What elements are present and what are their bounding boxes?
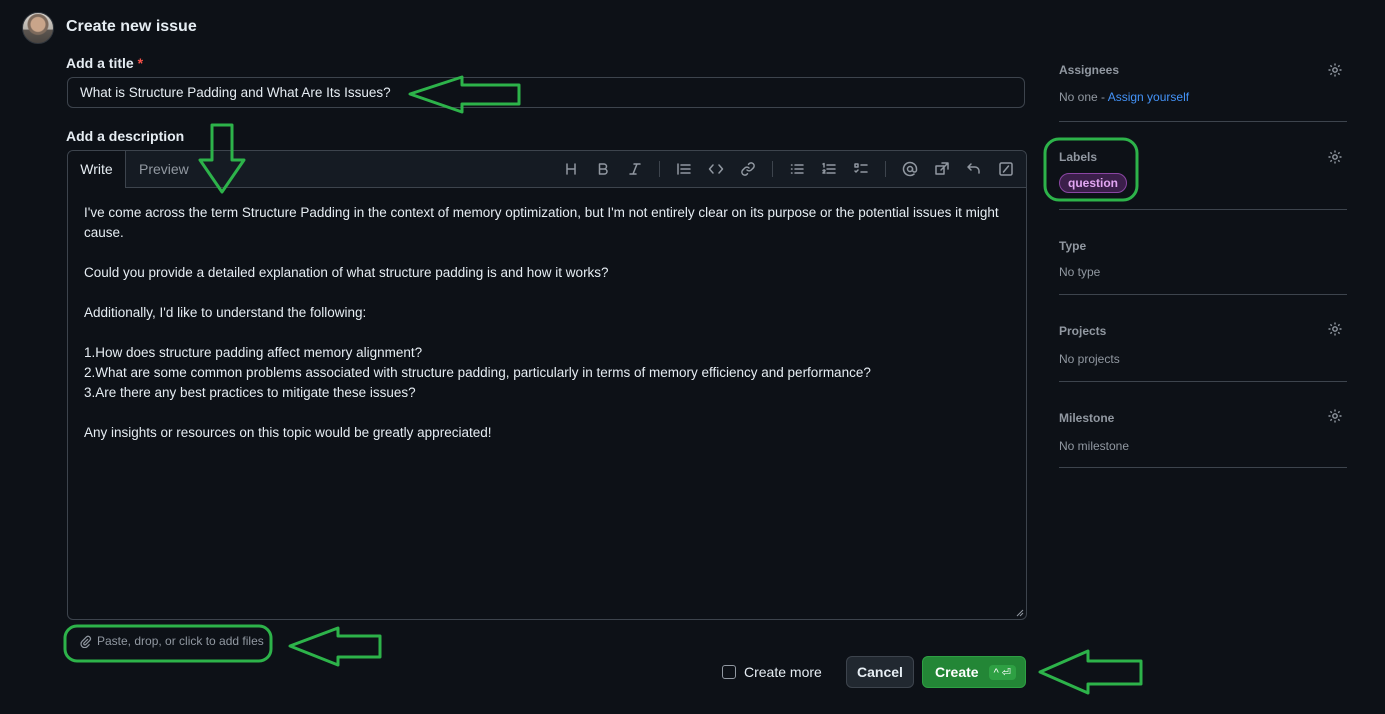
- cancel-button[interactable]: Cancel: [846, 656, 914, 688]
- issue-sidebar: Assignees No one - Assign yourself Label…: [1059, 58, 1347, 468]
- description-list-item: 3.Are there any best practices to mitiga…: [84, 385, 416, 400]
- description-paragraph: I've come across the term Structure Padd…: [84, 205, 999, 240]
- assignees-value: No one - Assign yourself: [1059, 90, 1347, 104]
- description-list-item: 1.How does structure padding affect memo…: [84, 345, 423, 360]
- create-more[interactable]: Create more: [722, 664, 822, 680]
- description-paragraph: Could you provide a detailed explanation…: [84, 265, 609, 280]
- create-more-checkbox[interactable]: [722, 665, 736, 679]
- avatar[interactable]: [22, 12, 54, 44]
- toolbar-divider: [885, 161, 886, 177]
- keyboard-shortcut-hint: ^ ⏎: [988, 664, 1017, 680]
- sidebar-labels: Labels question: [1059, 122, 1347, 210]
- tab-preview[interactable]: Preview: [139, 151, 189, 188]
- italic-icon[interactable]: [625, 159, 645, 179]
- milestone-title: Milestone: [1059, 411, 1115, 425]
- quote-icon[interactable]: [674, 159, 694, 179]
- reference-icon[interactable]: [932, 159, 952, 179]
- description-list-item: 2.What are some common problems associat…: [84, 365, 871, 380]
- gear-icon[interactable]: [1327, 408, 1343, 424]
- description-label: Add a description: [66, 128, 185, 144]
- toolbar-divider: [659, 161, 660, 177]
- arrow-left-icon: [288, 626, 382, 667]
- title-label-text: Add a title: [66, 55, 134, 71]
- paperclip-icon: [80, 635, 92, 648]
- assignees-none-text: No one -: [1059, 90, 1108, 104]
- arrow-left-icon: [1038, 649, 1143, 695]
- gear-icon[interactable]: [1327, 149, 1343, 165]
- gear-icon[interactable]: [1327, 62, 1343, 78]
- create-more-label: Create more: [744, 664, 822, 680]
- sidebar-projects: Projects No projects: [1059, 295, 1347, 382]
- sidebar-milestone: Milestone No milestone: [1059, 382, 1347, 468]
- description-editor: Write Preview I've come across the term …: [67, 150, 1027, 620]
- resize-handle-icon[interactable]: [1014, 607, 1024, 617]
- description-paragraph: Additionally, I'd like to understand the…: [84, 305, 367, 320]
- undo-icon[interactable]: [964, 159, 984, 179]
- label-question[interactable]: question: [1059, 173, 1127, 193]
- create-button-label: Create: [935, 664, 979, 680]
- labels-title: Labels: [1059, 150, 1098, 164]
- assignees-title: Assignees: [1059, 63, 1120, 77]
- title-label: Add a title *: [66, 55, 143, 71]
- milestone-value: No milestone: [1059, 439, 1130, 453]
- slash-command-icon[interactable]: [996, 159, 1016, 179]
- description-textarea[interactable]: I've come across the term Structure Padd…: [84, 203, 1009, 443]
- ordered-list-icon[interactable]: [819, 159, 839, 179]
- unordered-list-icon[interactable]: [787, 159, 807, 179]
- mention-icon[interactable]: [900, 159, 920, 179]
- create-button[interactable]: Create ^ ⏎: [922, 656, 1026, 688]
- assign-yourself-link[interactable]: Assign yourself: [1108, 90, 1189, 104]
- type-value: No type: [1059, 265, 1101, 279]
- title-input[interactable]: What is Structure Padding and What Are I…: [67, 77, 1025, 108]
- gear-icon[interactable]: [1327, 321, 1343, 337]
- task-list-icon[interactable]: [851, 159, 871, 179]
- bold-icon[interactable]: [593, 159, 613, 179]
- projects-title: Projects: [1059, 324, 1107, 338]
- heading-icon[interactable]: [561, 159, 581, 179]
- type-title: Type: [1059, 239, 1087, 253]
- editor-header: Write Preview: [68, 151, 1026, 188]
- projects-value: No projects: [1059, 352, 1120, 366]
- attach-files-label: Paste, drop, or click to add files: [97, 634, 264, 648]
- attach-files[interactable]: Paste, drop, or click to add files: [79, 634, 264, 648]
- sidebar-type: Type No type: [1059, 210, 1347, 295]
- code-icon[interactable]: [706, 159, 726, 179]
- description-paragraph: Any insights or resources on this topic …: [84, 425, 492, 440]
- sidebar-assignees: Assignees No one - Assign yourself: [1059, 58, 1347, 122]
- page-title: Create new issue: [66, 18, 197, 35]
- required-mark: *: [137, 55, 144, 71]
- tab-write[interactable]: Write: [68, 151, 126, 188]
- toolbar-divider: [772, 161, 773, 177]
- link-icon[interactable]: [738, 159, 758, 179]
